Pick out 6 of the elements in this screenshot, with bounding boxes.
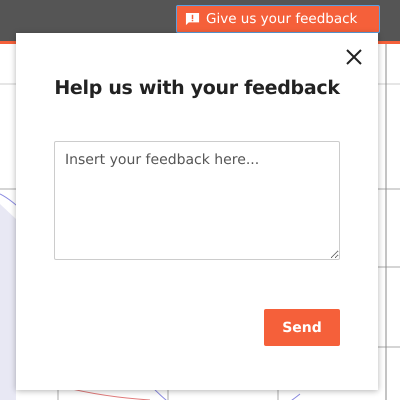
dialog-title: Help us with your feedback [54, 77, 340, 99]
close-icon[interactable] [346, 49, 362, 65]
feedback-field[interactable]: Insert your feedback here... [54, 141, 340, 260]
message-alert-icon [185, 12, 200, 26]
send-button[interactable]: Send [264, 309, 340, 346]
feedback-button[interactable]: Give us your feedback [176, 5, 380, 33]
